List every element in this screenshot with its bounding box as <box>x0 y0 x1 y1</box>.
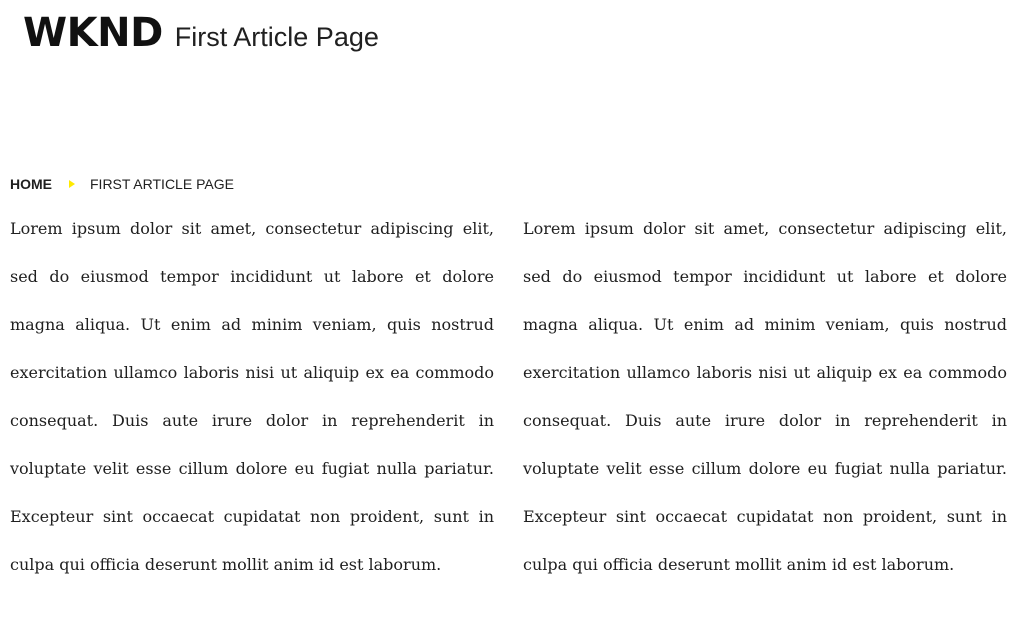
breadcrumb: HOME FIRST ARTICLE PAGE <box>10 176 234 192</box>
breadcrumb-separator-icon <box>69 180 75 188</box>
article-body: Lorem ipsum dolor sit amet, consectetur … <box>10 205 1007 589</box>
site-logo[interactable]: WKND <box>23 10 163 56</box>
breadcrumb-current-page: FIRST ARTICLE PAGE <box>90 176 234 192</box>
article-column-right: Lorem ipsum dolor sit amet, consectetur … <box>523 219 1007 574</box>
breadcrumb-home-link[interactable]: HOME <box>10 176 52 192</box>
article-column-left: Lorem ipsum dolor sit amet, consectetur … <box>10 219 494 574</box>
page-title: First Article Page <box>174 22 379 52</box>
site-header: WKND First Article Page <box>23 10 379 56</box>
